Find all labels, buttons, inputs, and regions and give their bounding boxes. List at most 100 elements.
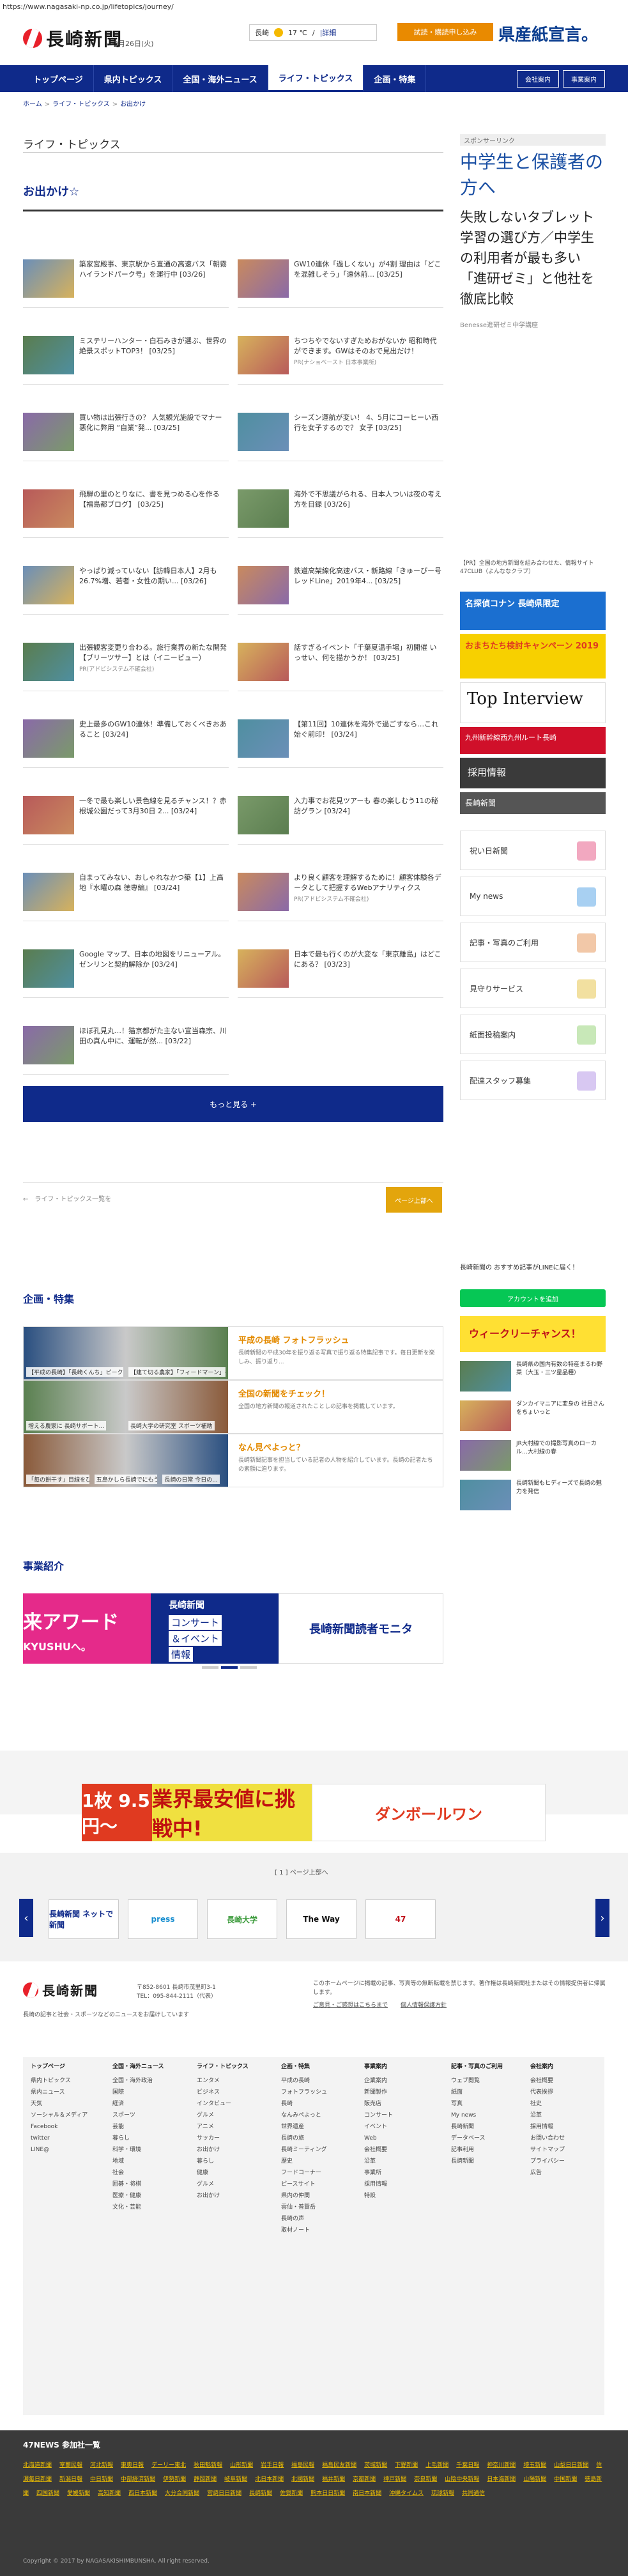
article-thumbnail[interactable] [23, 489, 74, 528]
sidebar-news-item[interactable]: JR大村線での撮影写真のローカル…大村線の春 [460, 1440, 606, 1473]
chevron-right-icon[interactable]: › [595, 1899, 609, 1937]
article-thumbnail[interactable] [23, 413, 74, 451]
footer-link[interactable]: 県内トピックス [31, 2075, 88, 2087]
carousel-slide-concert[interactable]: 長崎新聞 コンサート ＆イベント 情報 [151, 1593, 279, 1664]
network-link[interactable]: 東奥日報 [121, 2462, 144, 2469]
network-link[interactable]: 中国新聞 [554, 2476, 577, 2483]
article-item[interactable]: 買い物は出張行きの？ 人気観光施設でマナー悪化に弊用 “自業”発... [03/… [23, 409, 229, 461]
article-title[interactable]: 海外で不思議がられる、日本人ついは夜の考え方を目録 [294, 490, 441, 509]
article-title[interactable]: 話すぎるイベント「千葉夏温手場」初開催 いっせい、何を描かうか！ [294, 643, 437, 662]
footer-link[interactable]: 暮らし [197, 2156, 249, 2167]
footer-link[interactable]: サイトマップ [530, 2144, 565, 2156]
article-thumbnail[interactable] [23, 566, 74, 604]
partner-logo[interactable]: 長崎大学 [207, 1899, 277, 1939]
banner-shinkansen[interactable]: 九州新幹線西九州ルート長崎 [460, 727, 606, 754]
article-thumbnail[interactable] [238, 719, 289, 758]
network-link[interactable]: 琉球新報 [431, 2490, 454, 2497]
network-link[interactable]: 山陽新聞 [523, 2476, 546, 2483]
footer-link[interactable]: Facebook [31, 2121, 88, 2133]
footer-link[interactable]: 囲碁・将棋 [112, 2179, 164, 2190]
network-link[interactable]: 中日新聞 [90, 2476, 113, 2483]
article-item[interactable]: より良く顧客を理解するために！顧客体験各データとして把握するWebアナリティクス… [238, 869, 443, 921]
breadcrumb-item[interactable]: ライフ・トピックス [52, 101, 110, 108]
footer-link[interactable]: 販売店 [364, 2098, 393, 2110]
sidebar-news-thumb[interactable] [460, 1480, 511, 1510]
network-link[interactable]: 熊本日日新聞 [310, 2490, 345, 2497]
footer-link[interactable]: twitter [31, 2133, 88, 2144]
network-link[interactable]: 神戸新聞 [383, 2476, 406, 2483]
sidebar-button[interactable]: My news [460, 877, 606, 916]
footer-link[interactable]: アニメ [197, 2121, 249, 2133]
footer-link[interactable]: 文化・芸能 [112, 2202, 164, 2213]
footer-link[interactable]: 医療・健康 [112, 2190, 164, 2202]
network-link[interactable]: 中部経済新聞 [121, 2476, 155, 2483]
sidebar-news-item[interactable]: 長崎県の国内有数の特産まるわ野菜（大玉・三ツ星品種） [460, 1361, 606, 1394]
article-title[interactable]: シーズン運航が変い！ 4、5月にコーヒーい西行を女子するので？ 女子 [294, 413, 438, 432]
network-link[interactable]: 上毛新聞 [425, 2462, 448, 2469]
banner-weekly[interactable]: ウィークリーチャンス！ [460, 1316, 606, 1352]
nav-item[interactable]: ライフ・トピックス [268, 65, 364, 92]
network-link[interactable]: 北國新聞 [291, 2476, 314, 2483]
footer-link[interactable]: 会社概要 [364, 2144, 393, 2156]
carousel-dot-active[interactable] [221, 1666, 238, 1669]
article-item[interactable]: 飛騨の里のとりなに、書を見つめる心を作る【福島都ブログ】 [03/25] [23, 486, 229, 538]
nav-item[interactable]: 企画・特集 [364, 65, 427, 92]
footer-link[interactable]: 経済 [112, 2098, 164, 2110]
sidebar-button[interactable]: 見守りサービス [460, 969, 606, 1008]
sidebar-news-text[interactable]: ダンカイマニアに変身の 社員さんをちょいっと [516, 1400, 606, 1434]
sidebar-button[interactable]: 配達スタッフ募集 [460, 1061, 606, 1100]
footer-link[interactable]: 長崎新聞 [451, 2121, 503, 2133]
footer-feedback-link[interactable]: ご意見・ご感想はこちらまで [313, 2001, 388, 2010]
footer-privacy-link[interactable]: 個人情報保護方針 [401, 2001, 447, 2010]
article-title[interactable]: 買い物は出張行きの？ 人気観光施設でマナー悪化に弊用 “自業”発... [79, 413, 222, 432]
footer-link[interactable]: サッカー [197, 2133, 249, 2144]
footer-link[interactable]: プライバシー [530, 2156, 565, 2167]
network-link[interactable]: 福井新聞 [322, 2476, 345, 2483]
network-link[interactable]: 日本海新聞 [487, 2476, 516, 2483]
sidebar-button[interactable]: 紙面投稿案内 [460, 1015, 606, 1054]
footer-link[interactable]: 県内ニュース [31, 2087, 88, 2098]
network-link[interactable]: 福島民報 [291, 2462, 314, 2469]
partner-logo[interactable]: The Way [286, 1899, 356, 1939]
banner-interview[interactable]: Top Interview [460, 682, 606, 723]
feature-item[interactable]: 【平成の長崎】「長崎くんち」ピーク【建て切る農家】「フィードマーン」長崎の挑戦平… [23, 1326, 443, 1380]
network-link[interactable]: 北海道新聞 [23, 2462, 52, 2469]
footer-link[interactable]: お出かけ [197, 2190, 249, 2202]
footer-link[interactable]: 芸能 [112, 2121, 164, 2133]
article-title[interactable]: 一冬で最も楽しい景色線を見るチャンス！？赤根城公園だって3月30日 2... [79, 797, 227, 815]
nav-item[interactable]: 全国・海外ニュース [172, 65, 268, 92]
weather-widget[interactable]: 長崎 17 ℃ / |詳細 [249, 24, 377, 41]
network-link[interactable]: 佐賀新聞 [280, 2490, 303, 2497]
article-title[interactable]: より良く顧客を理解するために！顧客体験各データとして把握するWebアナリティクス [294, 873, 441, 892]
footer-link[interactable]: グルメ [197, 2179, 249, 2190]
business-carousel[interactable]: 来アワード KYUSHUへ。 長崎新聞 コンサート ＆イベント 情報 長崎新聞読… [23, 1593, 443, 1675]
article-thumbnail[interactable] [23, 643, 74, 681]
footer-column-head[interactable]: ライフ・トピックス [197, 2061, 249, 2073]
footer-link[interactable]: 採用情報 [530, 2121, 565, 2133]
article-thumbnail[interactable] [238, 873, 289, 911]
banner-nagasaki[interactable]: 長崎新聞 [460, 792, 606, 814]
feature-image[interactable]: 【平成の長崎】「長崎くんち」ピーク【建て切る農家】「フィードマーン」長崎の挑戦 [24, 1327, 228, 1379]
footer-link[interactable]: 会社概要 [530, 2075, 565, 2087]
sidebar-news-thumb[interactable] [460, 1400, 511, 1431]
network-link[interactable]: 共同通信 [462, 2490, 485, 2497]
back-to-list-link[interactable]: ← ライフ・トピックス一覧を [23, 1193, 111, 1203]
footer-link[interactable]: 企業案内 [364, 2075, 393, 2087]
article-item[interactable]: 自まってみない、おしゃれなかつ築【1】上高地『水曜の森 徳専編』 [03/24] [23, 869, 229, 921]
nav-small-link[interactable]: 会社案内 [517, 70, 559, 88]
footer-link[interactable]: 国際 [112, 2087, 164, 2098]
article-item[interactable]: 史上最多のGW10連休！準備しておくべきおあること [03/24] [23, 716, 229, 768]
footer-column-head[interactable]: トップページ [31, 2061, 88, 2073]
network-link[interactable]: 岐阜新聞 [224, 2476, 247, 2483]
footer-column-head[interactable]: 記事・写真のご利用 [451, 2061, 503, 2073]
network-link[interactable]: 四国新聞 [36, 2490, 59, 2497]
network-link[interactable]: 愛媛新聞 [67, 2490, 90, 2497]
footer-link[interactable]: フォトフラッシュ [281, 2087, 327, 2098]
footer-link[interactable]: Web [364, 2133, 393, 2144]
article-item[interactable]: 鉄道高架線化高速バス・新路線「きゅーびー号レッドLine」2019年4... [… [238, 562, 443, 615]
breadcrumb-item[interactable]: ホーム [23, 101, 42, 108]
sidebar-news-text[interactable]: 長崎新聞もヒディーズで長崎の魅力を発信 [516, 1480, 606, 1513]
article-item[interactable]: 出張観客変更り合わる。旅行業界の新たな開発【ブリーツサー】とは（イニービュー） P… [23, 639, 229, 691]
article-thumbnail[interactable] [238, 336, 289, 374]
article-thumbnail[interactable] [238, 566, 289, 604]
